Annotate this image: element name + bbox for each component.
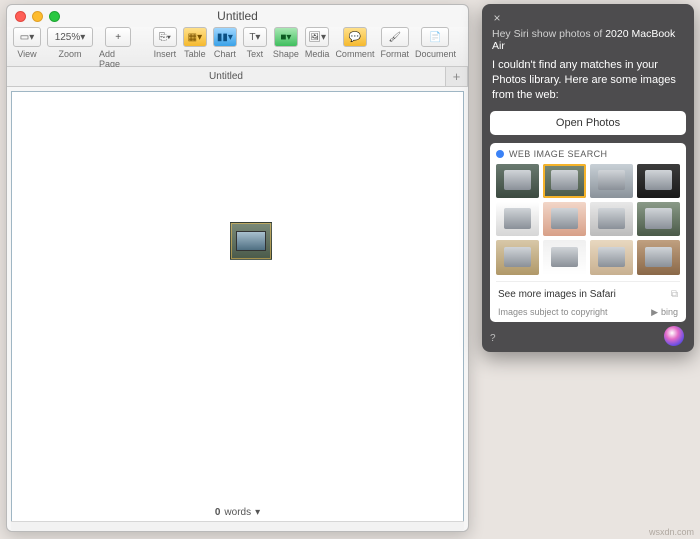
- card-title: WEB IMAGE SEARCH: [509, 149, 607, 159]
- close-icon[interactable]: ×: [490, 12, 504, 26]
- shape-button[interactable]: ■▾: [274, 27, 298, 47]
- chart-label: Chart: [214, 49, 236, 59]
- format-group: 🖌 Format: [380, 27, 409, 59]
- word-count[interactable]: 0 words ▾: [12, 507, 463, 518]
- insert-label: Insert: [154, 49, 177, 59]
- image-result-selected[interactable]: [543, 164, 586, 198]
- zoom-value: 125%: [55, 32, 81, 43]
- bing-icon: ▶: [651, 307, 658, 318]
- image-result[interactable]: [590, 164, 633, 198]
- comment-label: Comment: [335, 49, 374, 59]
- horizontal-scrollbar[interactable]: [11, 521, 464, 531]
- document-tab[interactable]: Untitled: [7, 67, 446, 86]
- media-group: 🖼▾ Media: [305, 27, 330, 59]
- chart-button[interactable]: ▮▮▾: [213, 27, 237, 47]
- media-button[interactable]: 🖼▾: [305, 27, 329, 47]
- comment-button[interactable]: 💬: [343, 27, 367, 47]
- comment-group: 💬 Comment: [335, 27, 374, 59]
- chart-group: ▮▮▾ Chart: [213, 27, 237, 59]
- siri-response-text: I couldn't find any matches in your Phot…: [492, 58, 684, 103]
- format-label: Format: [380, 49, 409, 59]
- add-page-button[interactable]: +: [105, 27, 131, 47]
- text-button[interactable]: T▾: [243, 27, 267, 47]
- watermark: wsxdn.com: [649, 527, 694, 537]
- word-count-number: 0: [215, 507, 221, 518]
- format-button[interactable]: 🖌: [381, 27, 409, 47]
- table-label: Table: [184, 49, 206, 59]
- image-result[interactable]: [496, 202, 539, 236]
- insert-button[interactable]: ⎘▾: [153, 27, 177, 47]
- tab-bar: Untitled +: [7, 67, 468, 87]
- image-result[interactable]: [543, 240, 586, 274]
- new-tab-button[interactable]: +: [446, 67, 468, 86]
- image-result[interactable]: [590, 202, 633, 236]
- image-result[interactable]: [637, 202, 680, 236]
- inserted-image[interactable]: [230, 222, 272, 260]
- titlebar: Untitled: [7, 5, 468, 27]
- window-title: Untitled: [7, 9, 468, 23]
- image-result[interactable]: [496, 240, 539, 274]
- card-header: WEB IMAGE SEARCH: [496, 149, 680, 159]
- table-button[interactable]: ▦▾: [183, 27, 207, 47]
- shape-group: ■▾ Shape: [273, 27, 299, 59]
- view-label: View: [17, 49, 36, 59]
- text-label: Text: [247, 49, 264, 59]
- document-group: 📄 Document: [415, 27, 456, 59]
- image-result[interactable]: [637, 164, 680, 198]
- view-button[interactable]: ▭▾: [13, 27, 41, 47]
- insert-group: ⎘▾ Insert: [153, 27, 177, 59]
- media-label: Media: [305, 49, 330, 59]
- pages-window: Untitled ▭▾ View 125% ▾ Zoom + Add Page …: [6, 4, 469, 532]
- word-count-label: words: [224, 507, 251, 518]
- zoom-group: 125% ▾ Zoom: [47, 27, 93, 59]
- document-button[interactable]: 📄: [421, 27, 449, 47]
- zoom-label: Zoom: [58, 49, 81, 59]
- web-image-search-card: WEB IMAGE SEARCH See more images in Safa…: [490, 143, 686, 322]
- document-canvas[interactable]: 0 words ▾: [11, 91, 464, 527]
- siri-query-prefix: Hey Siri show photos of: [492, 28, 605, 40]
- open-photos-button[interactable]: Open Photos: [490, 111, 686, 135]
- image-result[interactable]: [543, 202, 586, 236]
- image-results-grid: [496, 164, 680, 275]
- shape-label: Shape: [273, 49, 299, 59]
- see-more-label: See more images in Safari: [498, 289, 616, 300]
- image-result[interactable]: [590, 240, 633, 274]
- help-icon[interactable]: ?: [490, 333, 496, 344]
- add-page-label: Add Page: [99, 49, 137, 69]
- see-more-link[interactable]: See more images in Safari ⧉: [496, 281, 680, 303]
- text-group: T▾ Text: [243, 27, 267, 59]
- siri-query: Hey Siri show photos of 2020 MacBook Air: [492, 28, 684, 52]
- add-page-group: + Add Page: [99, 27, 137, 69]
- siri-panel: × Hey Siri show photos of 2020 MacBook A…: [482, 4, 694, 352]
- zoom-select[interactable]: 125% ▾: [47, 27, 93, 47]
- copyright-row: Images subject to copyright ▶bing: [496, 303, 680, 318]
- safari-icon: ⧉: [671, 289, 678, 300]
- bing-attribution: ▶bing: [651, 307, 678, 318]
- copyright-text: Images subject to copyright: [498, 307, 608, 317]
- image-result[interactable]: [496, 164, 539, 198]
- image-result[interactable]: [637, 240, 680, 274]
- web-search-icon: [496, 150, 504, 158]
- siri-orb-icon[interactable]: [664, 326, 684, 346]
- table-group: ▦▾ Table: [183, 27, 207, 59]
- view-group: ▭▾ View: [13, 27, 41, 59]
- document-label: Document: [415, 49, 456, 59]
- toolbar: ▭▾ View 125% ▾ Zoom + Add Page ⎘▾ Insert…: [7, 27, 468, 67]
